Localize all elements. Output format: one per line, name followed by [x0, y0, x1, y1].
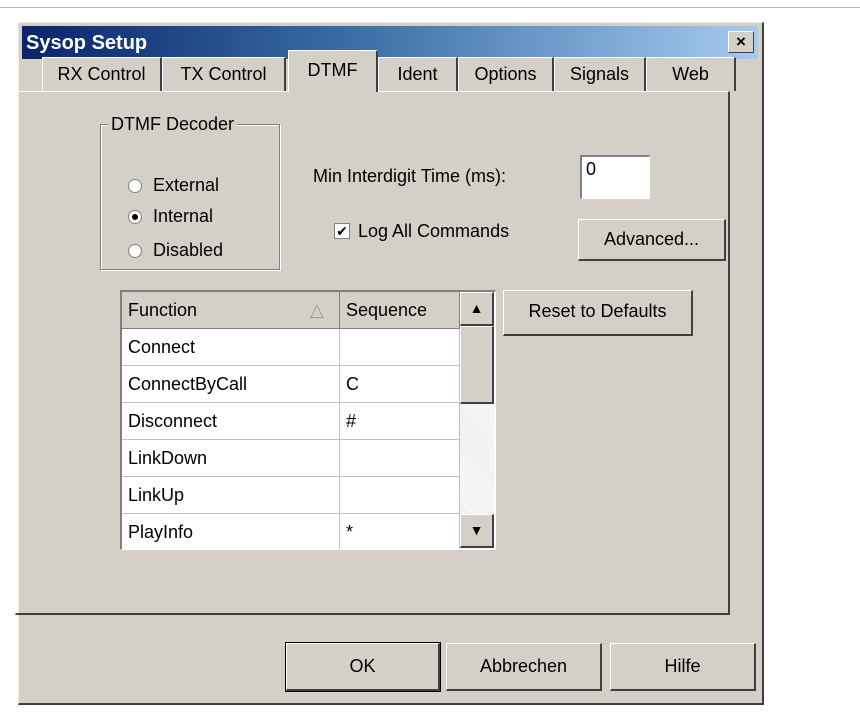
- tab-dtmf[interactable]: DTMF: [288, 50, 378, 92]
- tab-signals[interactable]: Signals: [554, 57, 646, 91]
- radio-disabled-label: Disabled: [153, 240, 224, 260]
- radio-internal-dot[interactable]: [128, 210, 142, 224]
- tab-rx-control[interactable]: RX Control: [42, 57, 162, 91]
- close-icon[interactable]: ×: [728, 31, 754, 53]
- table-row-function[interactable]: PlayInfo: [122, 514, 340, 549]
- table-row-sequence[interactable]: *: [340, 514, 460, 549]
- cancel-button[interactable]: Abbrechen: [446, 643, 602, 691]
- column-header-function-label: Function: [128, 300, 198, 320]
- column-header-function[interactable]: Function △: [122, 292, 340, 329]
- table-row-function[interactable]: ConnectByCall: [122, 366, 340, 403]
- advanced-button[interactable]: Advanced...: [578, 219, 726, 261]
- scroll-up-icon[interactable]: ▲: [460, 292, 494, 326]
- dtmf-function-table: Function △ Sequence Connect ConnectByCal…: [120, 290, 496, 550]
- table-row-function[interactable]: LinkDown: [122, 440, 340, 477]
- window-title: Sysop Setup: [26, 32, 148, 54]
- table-row-sequence[interactable]: [340, 440, 460, 477]
- page-divider: [0, 7, 860, 8]
- log-all-commands-label: Log All Commands: [358, 221, 510, 241]
- tab-ident[interactable]: Ident: [378, 57, 458, 91]
- tab-web[interactable]: Web: [646, 57, 736, 91]
- table-row-function[interactable]: Connect: [122, 329, 340, 366]
- title-bar[interactable]: Sysop Setup ×: [22, 26, 758, 59]
- table-row-function[interactable]: LinkUp: [122, 477, 340, 514]
- tab-tx-control[interactable]: TX Control: [162, 57, 286, 91]
- radio-internal-label: Internal: [153, 206, 214, 226]
- radio-disabled-dot[interactable]: [128, 244, 142, 258]
- radio-external-label: External: [153, 175, 220, 195]
- sort-ascending-icon: △: [310, 300, 324, 320]
- column-header-sequence[interactable]: Sequence: [340, 292, 460, 329]
- reset-to-defaults-button[interactable]: Reset to Defaults: [503, 290, 693, 336]
- dtmf-decoder-group-label: DTMF Decoder: [108, 114, 238, 135]
- tab-options[interactable]: Options: [458, 57, 554, 91]
- scrollbar-thumb[interactable]: [460, 326, 494, 404]
- ok-button[interactable]: OK: [285, 642, 441, 692]
- table-row-sequence[interactable]: [340, 329, 460, 366]
- interdigit-label: Min Interdigit Time (ms):: [313, 166, 507, 186]
- table-row-function[interactable]: Disconnect: [122, 403, 340, 440]
- interdigit-input[interactable]: 0: [580, 155, 650, 199]
- vertical-scrollbar[interactable]: ▲ ▼: [460, 292, 494, 548]
- table-row-sequence[interactable]: [340, 477, 460, 514]
- scroll-down-icon[interactable]: ▼: [460, 514, 494, 548]
- log-all-commands-checkbox[interactable]: ✔: [334, 223, 350, 239]
- radio-external-dot[interactable]: [128, 179, 142, 193]
- table-row-sequence[interactable]: #: [340, 403, 460, 440]
- table-row-sequence[interactable]: C: [340, 366, 460, 403]
- help-button[interactable]: Hilfe: [610, 643, 756, 691]
